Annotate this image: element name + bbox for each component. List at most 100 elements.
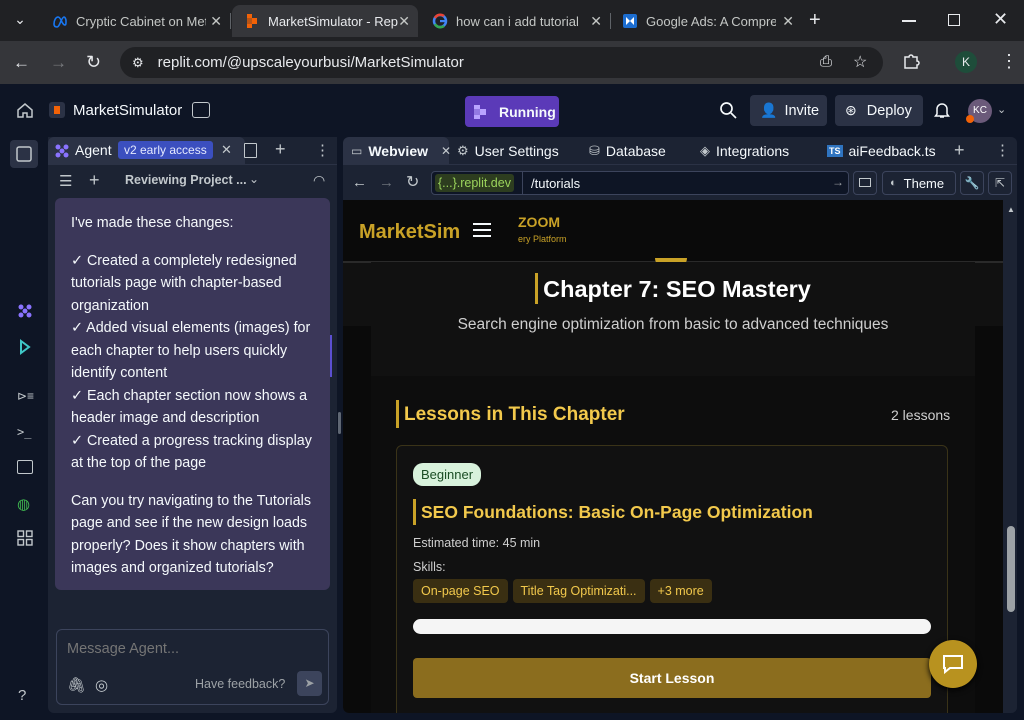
browser-tab-4[interactable]: Google Ads: A Compre ✕: [610, 5, 802, 37]
deploy-button[interactable]: ⊛ Deploy: [835, 95, 923, 126]
send-button[interactable]: ➤: [297, 671, 322, 696]
webview-forward-icon[interactable]: →: [379, 174, 394, 191]
chat-widget-button[interactable]: [929, 640, 977, 688]
reload-icon[interactable]: ↻: [86, 52, 101, 73]
webview-scrollbar[interactable]: ▲: [1004, 200, 1017, 713]
add-user-icon: 👤: [760, 102, 778, 118]
url-divider: [522, 172, 523, 194]
bookmark-star-icon[interactable]: ☆: [853, 52, 867, 72]
thread-title[interactable]: Reviewing Project ...: [125, 173, 247, 187]
scrollbar-thumb[interactable]: [1007, 526, 1015, 612]
tab-close-icon[interactable]: ✕: [210, 13, 222, 30]
close-tab-icon[interactable]: ✕: [441, 144, 451, 158]
speed-gauge-icon[interactable]: ◠: [313, 172, 325, 189]
restore-icon[interactable]: [948, 14, 960, 26]
new-thread-icon[interactable]: +: [89, 170, 100, 191]
invite-button[interactable]: 👤 Invite: [750, 95, 827, 126]
feedback-link[interactable]: Have feedback?: [195, 677, 285, 691]
help-icon[interactable]: ?: [18, 687, 26, 704]
webview-more-icon[interactable]: ⋮: [995, 141, 1010, 159]
message-item: ✓ Added visual elements (images) for eac…: [71, 320, 311, 381]
devtools-wrench-icon[interactable]: 🔧: [960, 171, 984, 195]
tab-database[interactable]: ⛁ Database: [589, 137, 666, 165]
minimize-icon[interactable]: [902, 20, 916, 22]
close-agent-tab-icon[interactable]: ✕: [221, 142, 232, 158]
globe-tool-icon[interactable]: ◍: [17, 495, 30, 513]
project-name[interactable]: MarketSimulator: [73, 102, 182, 119]
agent-tab-label: Agent: [75, 142, 112, 158]
assistant-tool-icon[interactable]: [18, 339, 32, 355]
lessons-heading: Lessons in This Chapter: [404, 404, 625, 425]
message-item: ✓ Created a progress tracking display at…: [71, 432, 312, 472]
attach-paperclip-icon[interactable]: 🖇: [67, 676, 86, 694]
shell-tool-icon[interactable]: ⊳≡: [17, 389, 34, 403]
skill-chip-more[interactable]: +3 more: [649, 579, 712, 603]
database-icon: ⛁: [589, 143, 600, 158]
scroll-up-arrow[interactable]: ▲: [1007, 205, 1015, 214]
browser-tab-3[interactable]: how can i add tutorial ✕: [420, 5, 611, 37]
new-tab-button[interactable]: +: [809, 9, 821, 32]
add-tab-icon[interactable]: +: [954, 140, 965, 161]
tab-webview[interactable]: ▭ Webview ✕: [343, 137, 451, 165]
webview-url-field[interactable]: {...}.replit.dev /tutorials →: [431, 171, 849, 195]
all-tools-grid-icon[interactable]: [17, 530, 33, 546]
theme-button[interactable]: ◐ Theme: [882, 171, 956, 195]
project-menu-icon[interactable]: [192, 102, 210, 118]
settings-target-icon[interactable]: ◎: [95, 676, 108, 694]
go-arrow-icon[interactable]: →: [832, 175, 844, 189]
tab-close-icon[interactable]: ✕: [590, 13, 602, 30]
webview-back-icon[interactable]: ←: [352, 174, 367, 191]
add-tab-icon[interactable]: +: [275, 139, 286, 160]
agent-tool-icon[interactable]: [17, 303, 33, 319]
omnibox[interactable]: ⚙ replit.com/@upscaleyourbusi/MarketSimu…: [120, 47, 883, 78]
devices-button[interactable]: [853, 171, 877, 195]
run-status-button[interactable]: Running: [465, 96, 559, 127]
url-text[interactable]: replit.com/@upscaleyourbusi/MarketSimula…: [158, 54, 464, 71]
tab-close-icon[interactable]: ✕: [398, 13, 410, 30]
webview-reload-icon[interactable]: ↻: [406, 172, 419, 192]
message-agent-input[interactable]: [67, 638, 317, 660]
profile-avatar[interactable]: K: [955, 51, 977, 73]
install-app-icon[interactable]: ⎙: [820, 53, 832, 70]
close-window-icon[interactable]: ✕: [993, 9, 1008, 30]
agent-more-icon[interactable]: ⋮: [315, 141, 330, 159]
google-icon: [432, 13, 448, 29]
meta-icon: [53, 16, 67, 28]
panel-resize-handle[interactable]: [338, 412, 341, 434]
browser-tab-2-active[interactable]: MarketSimulator - Rep ✕: [232, 5, 418, 37]
console-tool-icon[interactable]: >_: [17, 425, 31, 439]
tab-user-settings[interactable]: ⚙ User Settings: [457, 137, 559, 165]
browser-menu-icon[interactable]: ⋮: [1000, 51, 1018, 72]
monitor-icon: ▭: [351, 144, 363, 158]
hamburger-menu-icon[interactable]: [472, 222, 492, 238]
domain-chip[interactable]: {...}.replit.dev: [435, 174, 514, 192]
sidebar-toggle-icon[interactable]: [10, 140, 38, 168]
open-new-tab-icon[interactable]: ⇱: [988, 171, 1012, 195]
site-info-icon[interactable]: ⚙: [132, 55, 144, 71]
agent-panel: Agent v2 early access ✕ + ⋮ ☰ + Reviewin…: [48, 137, 337, 713]
webview-tool-icon[interactable]: [17, 460, 33, 474]
site-logo[interactable]: MarketSim: [359, 221, 460, 244]
new-file-tab-icon[interactable]: [244, 143, 257, 158]
start-lesson-button[interactable]: Start Lesson: [413, 658, 931, 698]
lesson-title[interactable]: SEO Foundations: Basic On-Page Optimizat…: [421, 502, 813, 523]
tab-search-chevron-icon[interactable]: ⌄: [10, 11, 30, 31]
skills-list: On-page SEO Title Tag Optimizati... +3 mor…: [413, 579, 717, 603]
forward-icon[interactable]: →: [50, 53, 67, 73]
browser-tab-1[interactable]: Cryptic Cabinet on Met ✕: [40, 5, 231, 37]
search-icon[interactable]: [719, 101, 737, 119]
tab-close-icon[interactable]: ✕: [782, 13, 794, 30]
extensions-icon[interactable]: [903, 53, 921, 69]
message-item: ✓ Each chapter section now shows a heade…: [71, 387, 308, 427]
skill-chip: Title Tag Optimizati...: [512, 579, 645, 603]
home-icon[interactable]: [16, 102, 34, 118]
thread-chevron-icon[interactable]: ⌄: [249, 172, 259, 186]
back-icon[interactable]: ←: [13, 53, 30, 73]
notifications-bell-icon[interactable]: [934, 101, 950, 119]
tab-integrations[interactable]: ◈ Integrations: [700, 137, 789, 165]
early-access-badge: v2 early access: [118, 141, 213, 159]
threads-list-icon[interactable]: ☰: [59, 172, 72, 190]
account-chevron-icon[interactable]: ⌄: [997, 103, 1006, 116]
url-path[interactable]: /tutorials: [531, 176, 580, 191]
tab-ai-feedback[interactable]: TS aiFeedback.ts: [827, 137, 936, 165]
